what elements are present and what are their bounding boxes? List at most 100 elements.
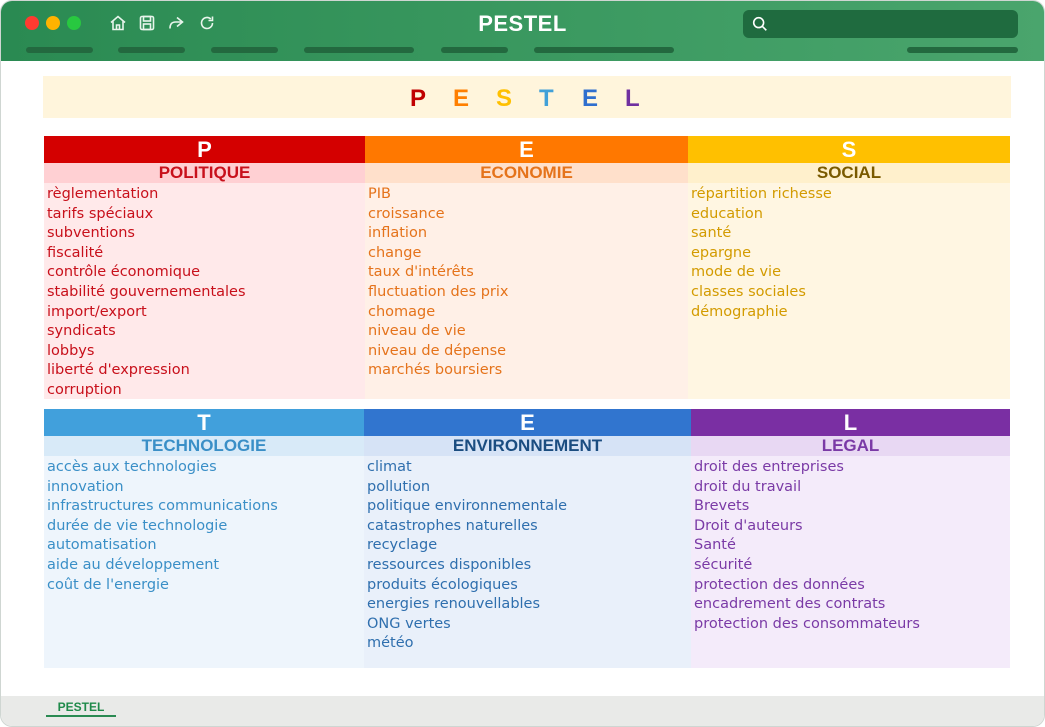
section-item[interactable]: encadrement des contrats — [694, 595, 1010, 615]
section-item[interactable]: syndicats — [47, 322, 365, 342]
section-item[interactable]: lobbys — [47, 342, 365, 362]
section-item[interactable]: PIB — [368, 185, 688, 205]
menu-placeholder-2[interactable] — [118, 47, 185, 53]
search-box[interactable] — [743, 10, 1018, 38]
section-technologie: T TECHNOLOGIE accès aux technologies innova… — [44, 409, 364, 668]
section-item[interactable]: corruption — [47, 381, 365, 401]
section-item[interactable]: accès aux technologies — [47, 458, 364, 478]
section-item[interactable]: recyclage — [367, 536, 691, 556]
section-item[interactable]: innovation — [47, 478, 364, 498]
section-item[interactable]: taux d'intérêts — [368, 263, 688, 283]
section-category-title: LEGAL — [691, 436, 1010, 456]
section-item[interactable]: droit des entreprises — [694, 458, 1010, 478]
section-item[interactable]: contrôle économique — [47, 263, 365, 283]
section-item[interactable]: education — [691, 205, 1010, 225]
section-item[interactable]: protection des données — [694, 576, 1010, 596]
section-item[interactable]: météo — [367, 634, 691, 654]
section-item[interactable]: politique environnementale — [367, 497, 691, 517]
save-icon[interactable] — [137, 13, 157, 33]
menu-placeholder-7[interactable] — [907, 47, 1018, 53]
banner-letter: S — [496, 85, 513, 112]
section-item[interactable]: protection des consommateurs — [694, 615, 1010, 635]
section-letter: S — [688, 136, 1010, 163]
section-item[interactable]: fluctuation des prix — [368, 283, 688, 303]
menu-placeholder-5[interactable] — [441, 47, 508, 53]
sheet-tab-bar: PESTEL — [1, 696, 1044, 726]
section-letter: E — [365, 136, 688, 163]
search-icon — [752, 16, 767, 31]
section-item[interactable]: subventions — [47, 224, 365, 244]
section-item[interactable]: Droit d'auteurs — [694, 517, 1010, 537]
banner-letter: E — [453, 85, 470, 112]
home-icon[interactable] — [108, 13, 128, 33]
section-item[interactable]: aide au développement — [47, 556, 364, 576]
section-item[interactable]: import/export — [47, 303, 365, 323]
menu-placeholder-1[interactable] — [26, 47, 93, 53]
section-category-title: POLITIQUE — [44, 163, 365, 183]
section-politique: P POLITIQUE règlementation tarifs spéciaux s… — [44, 136, 365, 399]
banner-letter: P — [410, 85, 427, 112]
section-item[interactable]: démographie — [691, 303, 1010, 323]
section-item[interactable]: ONG vertes — [367, 615, 691, 635]
banner-letter: T — [539, 85, 554, 112]
section-item[interactable]: liberté d'expression — [47, 361, 365, 381]
section-item[interactable]: tarifs spéciaux — [47, 205, 365, 225]
section-item[interactable]: durée de vie technologie — [47, 517, 364, 537]
section-item[interactable]: santé — [691, 224, 1010, 244]
section-item[interactable]: automatisation — [47, 536, 364, 556]
section-item[interactable]: répartition richesse — [691, 185, 1010, 205]
menu-placeholder-6[interactable] — [534, 47, 674, 53]
section-item[interactable]: classes sociales — [691, 283, 1010, 303]
section-item[interactable]: droit du travail — [694, 478, 1010, 498]
section-item[interactable]: sécurité — [694, 556, 1010, 576]
section-economie: E ECONOMIE PIB croissance inflation change tau… — [365, 136, 688, 399]
section-item[interactable]: energies renouvellables — [367, 595, 691, 615]
section-item-list: accès aux technologies innovation infrastr… — [44, 456, 364, 595]
section-item[interactable]: règlementation — [47, 185, 365, 205]
section-item[interactable]: Santé — [694, 536, 1010, 556]
close-window-button[interactable] — [25, 16, 39, 30]
section-item[interactable]: epargne — [691, 244, 1010, 264]
section-item[interactable]: pollution — [367, 478, 691, 498]
share-icon[interactable] — [166, 13, 186, 33]
section-item[interactable]: fiscalité — [47, 244, 365, 264]
sheet-tab-pestel[interactable]: PESTEL — [46, 699, 116, 717]
section-item[interactable]: infrastructures communications — [47, 497, 364, 517]
refresh-icon[interactable] — [197, 13, 217, 33]
section-item[interactable]: mode de vie — [691, 263, 1010, 283]
section-item[interactable]: catastrophes naturelles — [367, 517, 691, 537]
section-letter: E — [364, 409, 691, 436]
section-legal: L LEGAL droit des entreprises droit du trav… — [691, 409, 1010, 668]
section-item[interactable]: marchés boursiers — [368, 361, 688, 381]
section-category-title: ECONOMIE — [365, 163, 688, 183]
section-item[interactable]: coût de l'energie — [47, 576, 364, 596]
spreadsheet-canvas: PESTEL P POLITIQUE règlementation tarifs sp… — [1, 61, 1044, 696]
menu-placeholder-3[interactable] — [211, 47, 278, 53]
section-item[interactable]: niveau de dépense — [368, 342, 688, 362]
section-item[interactable]: change — [368, 244, 688, 264]
section-item-list: règlementation tarifs spéciaux subventions… — [44, 183, 365, 401]
section-item[interactable]: chomage — [368, 303, 688, 323]
minimize-window-button[interactable] — [46, 16, 60, 30]
pestel-banner-letters: PESTEL — [410, 85, 668, 113]
section-item[interactable]: ressources disponibles — [367, 556, 691, 576]
section-item[interactable]: produits écologiques — [367, 576, 691, 596]
app-window: PESTEL PESTEL P POLITIQUE règlementation ta… — [0, 0, 1045, 727]
section-item[interactable]: niveau de vie — [368, 322, 688, 342]
menu-placeholder-4[interactable] — [304, 47, 414, 53]
section-item[interactable]: croissance — [368, 205, 688, 225]
search-input[interactable] — [775, 14, 1010, 34]
section-item[interactable]: inflation — [368, 224, 688, 244]
maximize-window-button[interactable] — [67, 16, 81, 30]
section-environnement: E ENVIRONNEMENT climat pollution politique e… — [364, 409, 691, 668]
section-item[interactable]: Brevets — [694, 497, 1010, 517]
section-letter: L — [691, 409, 1010, 436]
section-item-list: répartition richesse education santé epargn… — [688, 183, 1010, 322]
section-item-list: droit des entreprises droit du travail Bre… — [691, 456, 1010, 634]
section-item[interactable]: stabilité gouvernementales — [47, 283, 365, 303]
section-letter: P — [44, 136, 365, 163]
section-letter: T — [44, 409, 364, 436]
section-category-title: TECHNOLOGIE — [44, 436, 364, 456]
pestel-banner: PESTEL — [43, 76, 1011, 118]
section-item[interactable]: climat — [367, 458, 691, 478]
